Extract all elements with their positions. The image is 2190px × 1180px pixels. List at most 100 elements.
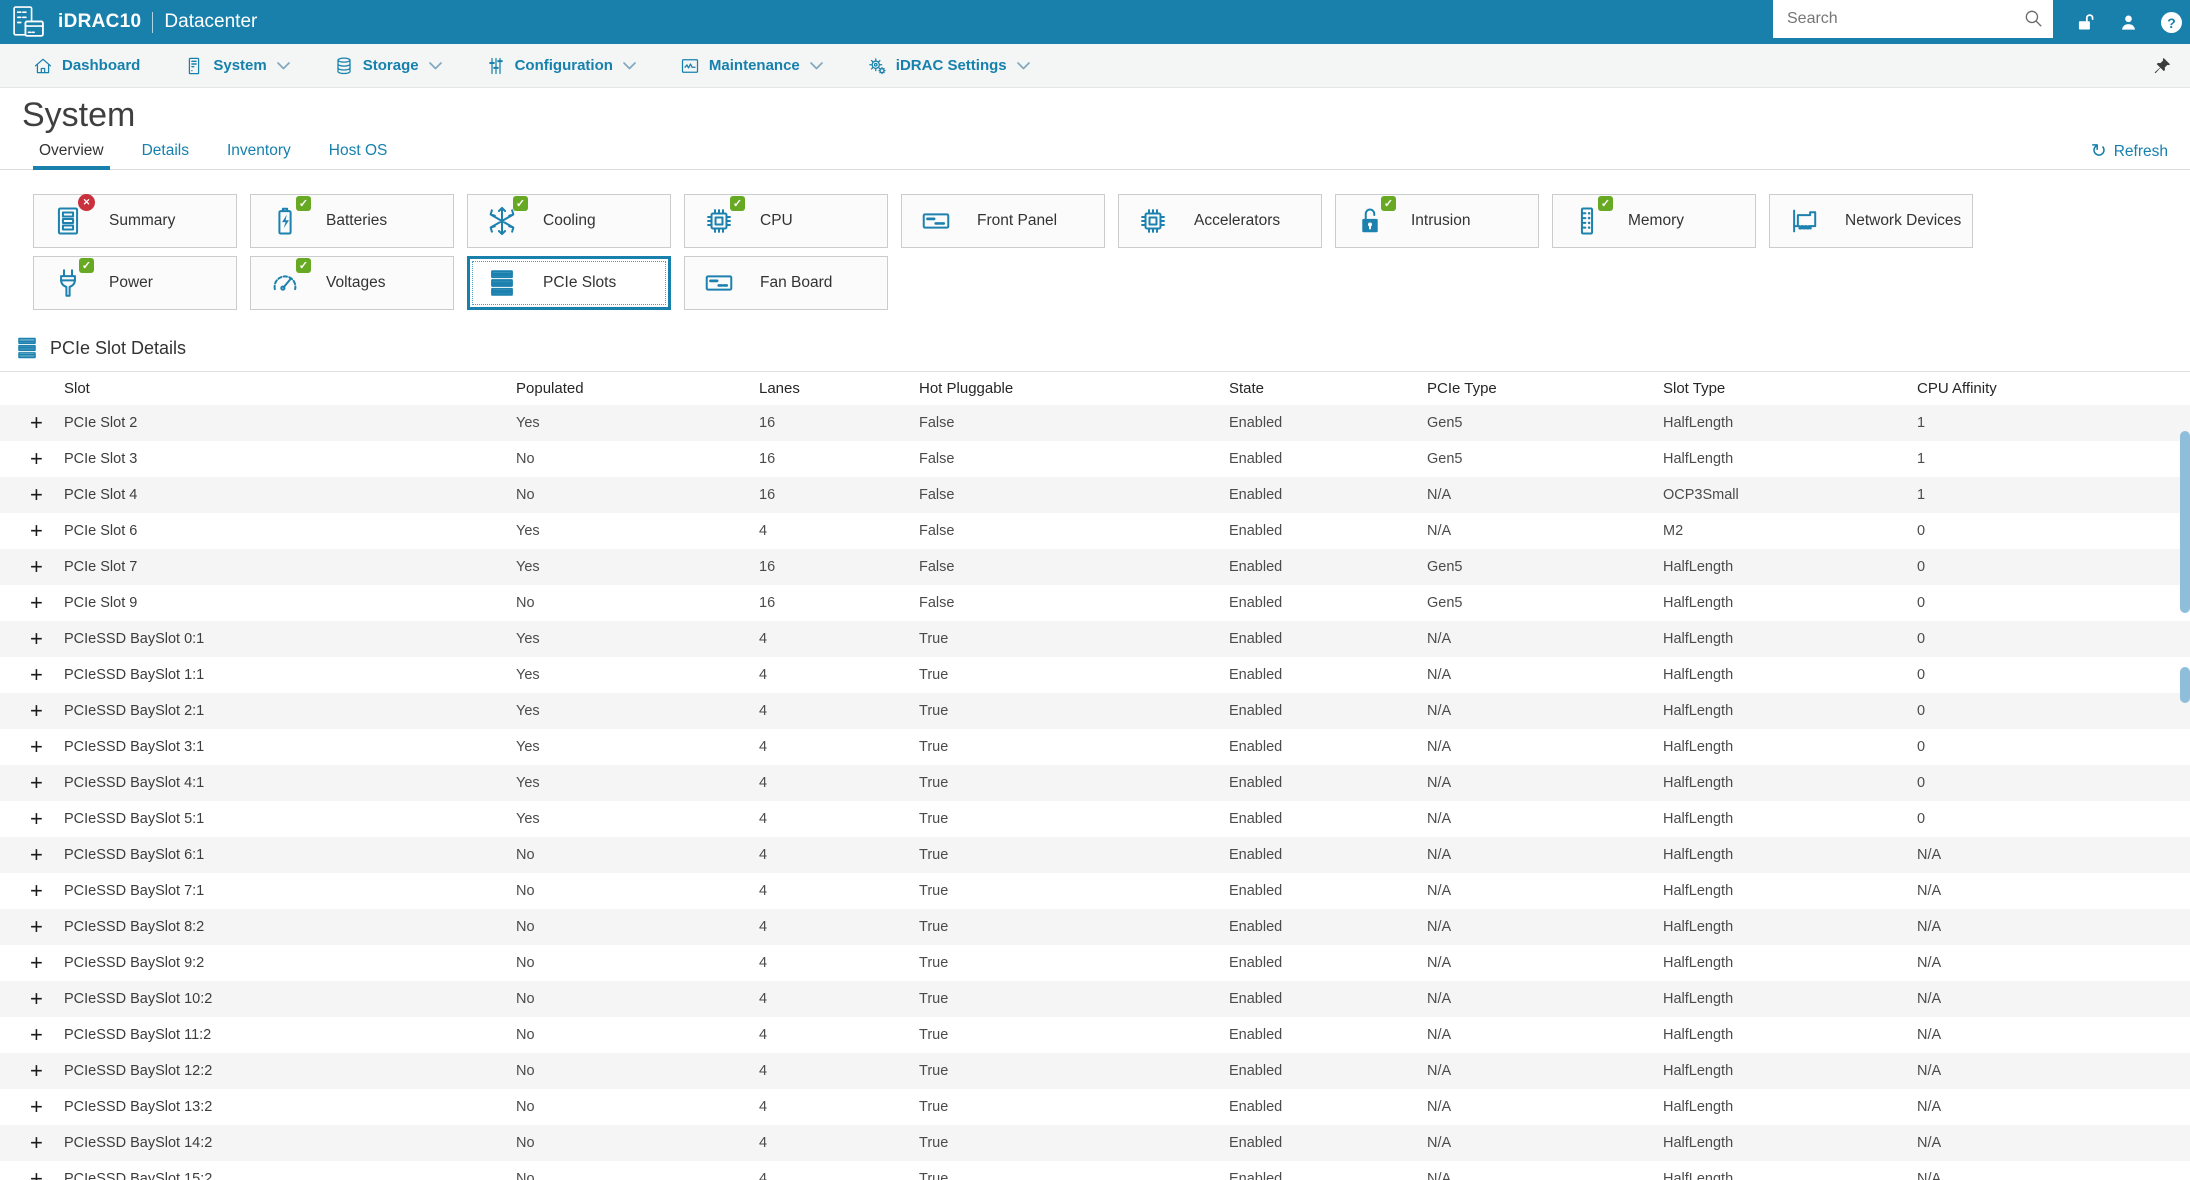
row-pciessd-bayslot-0-1: PCIeSSD BaySlot 0:1 Yes 4 True Enabled N… <box>0 621 2190 657</box>
help-icon[interactable] <box>2161 12 2182 33</box>
expand-row-button[interactable] <box>30 484 43 506</box>
table-header-row: Slot Populated Lanes Hot Pluggable State… <box>0 371 2190 405</box>
pcie-slots-icon <box>486 267 518 299</box>
search-input[interactable] <box>1773 0 2053 38</box>
expand-row-button[interactable] <box>30 880 43 902</box>
nav-item-idrac-settings[interactable]: iDRAC Settings <box>867 56 1030 76</box>
nav-item-label: Configuration <box>514 57 613 74</box>
expand-row-button[interactable] <box>30 448 43 470</box>
tab-inventory[interactable]: Inventory <box>221 136 297 169</box>
refresh-button[interactable]: Refresh <box>2091 142 2168 169</box>
row-pcie-slot-3: PCIe Slot 3 No 16 False Enabled Gen5 Hal… <box>0 441 2190 477</box>
cell-slot: PCIe Slot 3 <box>64 451 138 467</box>
expand-row-button[interactable] <box>30 772 43 794</box>
cell-cpu-affinity: N/A <box>1917 1027 1942 1043</box>
expand-row-button[interactable] <box>30 808 43 830</box>
tile-accelerators[interactable]: Accelerators <box>1118 194 1322 248</box>
expand-row-button[interactable] <box>30 628 43 650</box>
nav-item-label: Dashboard <box>62 57 141 74</box>
tile-summary[interactable]: Summary <box>33 194 237 248</box>
cell-populated: No <box>516 1135 535 1151</box>
cell-slot-type: HalfLength <box>1663 883 1734 899</box>
nav-item-maintenance[interactable]: Maintenance <box>680 56 823 76</box>
expand-row-button[interactable] <box>30 1132 43 1154</box>
cell-cpu-affinity: N/A <box>1917 883 1942 899</box>
expand-row-button[interactable] <box>30 1060 43 1082</box>
tab-overview[interactable]: Overview <box>33 136 110 170</box>
cell-state: Enabled <box>1229 595 1283 611</box>
tile-voltages[interactable]: Voltages <box>250 256 454 310</box>
expand-row-button[interactable] <box>30 700 43 722</box>
expand-row-button[interactable] <box>30 556 43 578</box>
cell-state: Enabled <box>1229 919 1283 935</box>
unlock-icon[interactable] <box>2075 12 2096 33</box>
tile-memory[interactable]: Memory <box>1552 194 1756 248</box>
cell-lanes: 4 <box>759 1135 768 1151</box>
cell-slot-type: HalfLength <box>1663 991 1734 1007</box>
expand-row-button[interactable] <box>30 988 43 1010</box>
tile-cpu[interactable]: CPU <box>684 194 888 248</box>
nav-item-dashboard[interactable]: Dashboard <box>33 56 140 76</box>
row-pciessd-bayslot-4-1: PCIeSSD BaySlot 4:1 Yes 4 True Enabled N… <box>0 765 2190 801</box>
maintenance-icon <box>680 56 700 76</box>
row-pciessd-bayslot-1-1: PCIeSSD BaySlot 1:1 Yes 4 True Enabled N… <box>0 657 2190 693</box>
nav-item-system[interactable]: System <box>184 56 290 76</box>
row-pciessd-bayslot-7-1: PCIeSSD BaySlot 7:1 No 4 True Enabled N/… <box>0 873 2190 909</box>
row-pciessd-bayslot-10-2: PCIeSSD BaySlot 10:2 No 4 True Enabled N… <box>0 981 2190 1017</box>
expand-row-button[interactable] <box>30 664 43 686</box>
tile-fan-board[interactable]: Fan Board <box>684 256 888 310</box>
expand-row-button[interactable] <box>30 844 43 866</box>
tab-details[interactable]: Details <box>136 136 195 169</box>
home-icon <box>33 56 53 76</box>
expand-row-button[interactable] <box>30 736 43 758</box>
nav-item-configuration[interactable]: Configuration <box>486 56 636 76</box>
tab-host-os[interactable]: Host OS <box>323 136 394 169</box>
nav-item-storage[interactable]: Storage <box>334 56 442 76</box>
tile-front-panel[interactable]: Front Panel <box>901 194 1105 248</box>
tile-icon-wrap <box>268 258 311 300</box>
status-ok-badge <box>1381 196 1396 211</box>
cell-state: Enabled <box>1229 955 1283 971</box>
tile-label: Cooling <box>543 212 596 229</box>
cell-state: Enabled <box>1229 1135 1283 1151</box>
scrollbar-thumb[interactable] <box>2180 431 2190 613</box>
tile-intrusion[interactable]: Intrusion <box>1335 194 1539 248</box>
tab-label: Inventory <box>227 142 291 159</box>
tile-icon-wrap <box>1787 204 1821 238</box>
cell-populated: No <box>516 847 535 863</box>
expand-row-button[interactable] <box>30 1096 43 1118</box>
tile-power[interactable]: Power <box>33 256 237 310</box>
tile-network-devices[interactable]: Network Devices <box>1769 194 1973 248</box>
cell-slot: PCIeSSD BaySlot 13:2 <box>64 1099 213 1115</box>
cell-slot-type: HalfLength <box>1663 811 1734 827</box>
user-icon[interactable] <box>2118 12 2139 33</box>
cell-cpu-affinity: N/A <box>1917 847 1942 863</box>
tile-cooling[interactable]: Cooling <box>467 194 671 248</box>
expand-row-button[interactable] <box>30 520 43 542</box>
cell-slot: PCIeSSD BaySlot 5:1 <box>64 811 205 827</box>
tile-batteries[interactable]: Batteries <box>250 194 454 248</box>
chevron-down-icon <box>809 61 823 70</box>
expand-row-button[interactable] <box>30 592 43 614</box>
cell-cpu-affinity: 0 <box>1917 667 1926 683</box>
row-pcie-slot-6: PCIe Slot 6 Yes 4 False Enabled N/A M2 0 <box>0 513 2190 549</box>
tile-pcie-slots[interactable]: PCIe Slots <box>467 256 671 310</box>
expand-row-button[interactable] <box>30 1024 43 1046</box>
expand-row-button[interactable] <box>30 1168 43 1180</box>
row-pciessd-bayslot-3-1: PCIeSSD BaySlot 3:1 Yes 4 True Enabled N… <box>0 729 2190 765</box>
cell-hot-pluggable: True <box>919 991 949 1007</box>
expand-row-button[interactable] <box>30 412 43 434</box>
refresh-icon <box>2091 142 2107 161</box>
expand-row-button[interactable] <box>30 916 43 938</box>
pin-icon[interactable] <box>2152 56 2172 76</box>
scrollbar-thumb-lower[interactable] <box>2180 667 2190 703</box>
cell-state: Enabled <box>1229 631 1283 647</box>
tile-icon-wrap <box>702 266 736 300</box>
status-ok-badge <box>513 196 528 211</box>
cell-state: Enabled <box>1229 775 1283 791</box>
cell-hot-pluggable: True <box>919 811 949 827</box>
row-pciessd-bayslot-15-2: PCIeSSD BaySlot 15:2 No 4 True Enabled N… <box>0 1161 2190 1180</box>
cell-lanes: 4 <box>759 775 768 791</box>
expand-row-button[interactable] <box>30 952 43 974</box>
search-icon[interactable] <box>2023 8 2044 29</box>
